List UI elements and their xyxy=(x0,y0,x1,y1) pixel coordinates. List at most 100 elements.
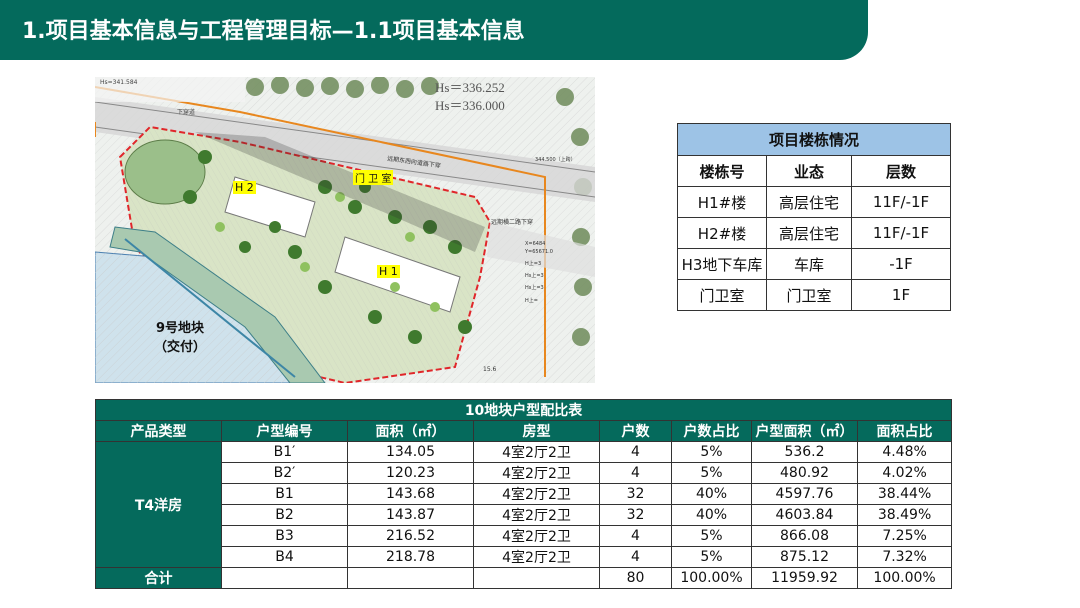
header-cell: 面积（㎡） xyxy=(347,420,474,442)
table-cell: 5% xyxy=(671,462,752,484)
table-cell: 门卫室 xyxy=(677,279,767,311)
table-cell: -1F xyxy=(851,248,951,280)
survey-small-label: Hs=341.584 xyxy=(100,79,138,86)
table-cell: 高层住宅 xyxy=(766,186,852,218)
table-cell: 5% xyxy=(671,525,752,547)
table-cell: 4 xyxy=(599,546,672,568)
table-cell: 4室2厅2卫 xyxy=(473,504,600,526)
table-cell: B1 xyxy=(221,483,348,505)
building-table: 项目楼栋情况 楼栋号 业态 层数 H1#楼 高层住宅 11F/-1F H2#楼 … xyxy=(677,123,951,311)
table-cell: 高层住宅 xyxy=(766,217,852,249)
table-row: B4 218.78 4室2厅2卫 4 5% 875.12 7.32% xyxy=(96,546,953,568)
coord-label: Y=65671.0 xyxy=(525,249,553,255)
table-row: 门卫室 门卫室 1F xyxy=(677,279,951,311)
table-row: B2′ 120.23 4室2厅2卫 4 5% 480.92 4.02% xyxy=(96,462,953,484)
table-cell: 38.49% xyxy=(856,504,953,526)
total-area: 11959.92 xyxy=(751,567,858,589)
table-cell: H3地下车库 xyxy=(677,248,767,280)
table-cell: 4597.76 xyxy=(751,483,858,505)
total-count: 80 xyxy=(599,567,672,589)
table-cell: B2′ xyxy=(221,462,348,484)
building-h2-label: H 2 xyxy=(233,181,256,194)
road-label: 远期横二路下穿 xyxy=(491,219,534,226)
elevation-label: Hs上=3 xyxy=(525,273,544,279)
table-cell: 4.02% xyxy=(856,462,953,484)
table-cell: 32 xyxy=(599,483,672,505)
table-cell xyxy=(347,567,474,589)
table-cell: B2 xyxy=(221,504,348,526)
table-row: B2 143.87 4室2厅2卫 32 40% 4603.84 38.49% xyxy=(96,504,953,526)
table-cell: 4室2厅2卫 xyxy=(473,525,600,547)
building-table-header: 楼栋号 业态 层数 xyxy=(677,155,951,187)
table-cell: 875.12 xyxy=(751,546,858,568)
table-cell: 4 xyxy=(599,462,672,484)
table-cell: 4 xyxy=(599,525,672,547)
table-row: B3 216.52 4室2厅2卫 4 5% 866.08 7.25% xyxy=(96,525,953,547)
table-cell: 536.2 xyxy=(751,441,858,463)
table-cell: 4603.84 xyxy=(751,504,858,526)
table-cell xyxy=(221,567,348,589)
table-cell: 5% xyxy=(671,546,752,568)
header-cell: 面积占比 xyxy=(856,420,953,442)
plot-9-name: 9号地块 xyxy=(155,321,205,336)
header-cell: 房型 xyxy=(473,420,600,442)
table-cell: 4室2厅2卫 xyxy=(473,546,600,568)
building-h1-label: H 1 xyxy=(377,265,400,278)
header-cell: 业态 xyxy=(766,155,852,187)
table-cell: 11F/-1F xyxy=(851,217,951,249)
table-cell: H2#楼 xyxy=(677,217,767,249)
table-cell: 38.44% xyxy=(856,483,953,505)
header-cell: 户型面积（㎡） xyxy=(751,420,858,442)
table-cell: H1#楼 xyxy=(677,186,767,218)
elevation-label: H上= xyxy=(525,298,538,304)
table-row: H2#楼 高层住宅 11F/-1F xyxy=(677,217,951,249)
plot-9-status: （交付） xyxy=(153,340,206,355)
table-cell: 143.68 xyxy=(347,483,474,505)
road-label: 下穿道 xyxy=(177,109,196,116)
table-cell: 40% xyxy=(671,504,752,526)
table-row: H3地下车库 车库 -1F xyxy=(677,248,951,280)
elevation-label: 344.500（上跨） xyxy=(535,157,576,163)
building-table-caption: 项目楼栋情况 xyxy=(677,123,951,156)
table-cell: 5% xyxy=(671,441,752,463)
title-bar: 1.项目基本信息与工程管理目标—1.1项目基本信息 xyxy=(0,0,868,60)
header-cell: 层数 xyxy=(851,155,951,187)
table-cell: 7.32% xyxy=(856,546,953,568)
table-cell: 4室2厅2卫 xyxy=(473,462,600,484)
header-cell: 产品类型 xyxy=(95,420,222,442)
table-cell: 143.87 xyxy=(347,504,474,526)
unit-mix-caption: 10地块户型配比表 xyxy=(94,399,953,421)
survey-label: Hs＝336.000 xyxy=(435,98,505,113)
table-cell: 218.78 xyxy=(347,546,474,568)
table-cell: 1F xyxy=(851,279,951,311)
table-cell: 134.05 xyxy=(347,441,474,463)
table-cell: B1′ xyxy=(221,441,348,463)
elevation-label: H上=3 xyxy=(525,261,542,267)
table-row: T4洋房 B1′ 134.05 4室2厅2卫 4 5% 536.2 4.48% xyxy=(95,441,953,568)
table-cell: 7.25% xyxy=(856,525,953,547)
table-cell: 32 xyxy=(599,504,672,526)
table-cell: 4 xyxy=(599,441,672,463)
table-cell: 120.23 xyxy=(347,462,474,484)
unit-mix-table: 10地块户型配比表 产品类型 户型编号 面积（㎡） 房型 户数 户数占比 户型面… xyxy=(94,399,953,589)
page-title: 1.项目基本信息与工程管理目标—1.1项目基本信息 xyxy=(22,19,525,44)
table-cell: 216.52 xyxy=(347,525,474,547)
table-cell: B3 xyxy=(221,525,348,547)
unit-mix-header: 产品类型 户型编号 面积（㎡） 房型 户数 户数占比 户型面积（㎡） 面积占比 xyxy=(95,420,953,442)
table-cell: 4室2厅2卫 xyxy=(473,483,600,505)
table-cell: 480.92 xyxy=(751,462,858,484)
total-area-ratio: 100.00% xyxy=(856,567,953,589)
total-row: 合计 80 100.00% 11959.92 100.00% xyxy=(95,567,953,589)
table-cell: 门卫室 xyxy=(766,279,852,311)
table-row: B1 143.68 4室2厅2卫 32 40% 4597.76 38.44% xyxy=(96,483,953,505)
elevation-label: Hs上=3 xyxy=(525,285,544,291)
total-count-ratio: 100.00% xyxy=(671,567,752,589)
table-cell: B4 xyxy=(221,546,348,568)
table-cell: 40% xyxy=(671,483,752,505)
survey-label: Hs＝336.252 xyxy=(435,80,505,95)
site-plan-image: Hs＝336.252 Hs＝336.000 Hs=341.584 下穿道 远期东… xyxy=(95,77,595,383)
plot-9-label: 9号地块 （交付） xyxy=(145,317,215,355)
scale-label: 15.6 xyxy=(483,366,497,373)
header-cell: 户数 xyxy=(599,420,672,442)
header-cell: 户型编号 xyxy=(221,420,348,442)
